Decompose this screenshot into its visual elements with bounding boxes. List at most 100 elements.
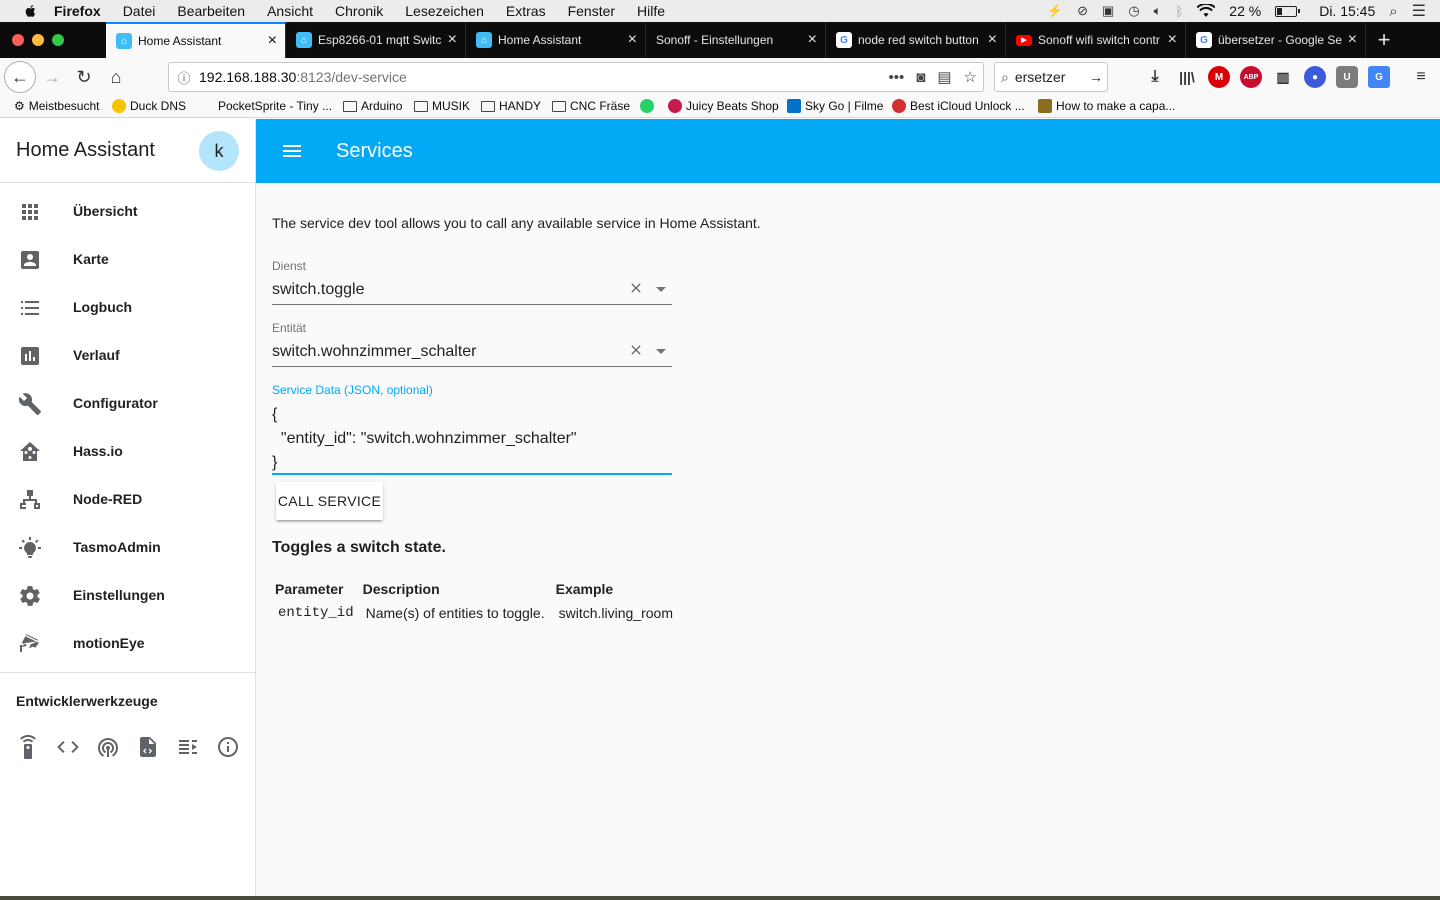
- close-window-button[interactable]: [12, 34, 24, 46]
- sidebar-item-karte[interactable]: Karte: [0, 236, 255, 284]
- entity-input-row[interactable]: switch.wohnzimmer_schalter: [272, 341, 672, 367]
- close-tab-icon[interactable]: ×: [1168, 32, 1177, 48]
- sidebar-item-uebersicht[interactable]: Übersicht: [0, 188, 255, 236]
- bookmark-item[interactable]: Duck DNS: [112, 99, 186, 113]
- clear-icon[interactable]: [628, 342, 644, 358]
- service-field[interactable]: Dienst switch.toggle: [272, 259, 672, 305]
- browser-tab[interactable]: G übersetzer - Google Sea ×: [1186, 22, 1366, 58]
- template-icon[interactable]: [136, 735, 160, 759]
- search-go-icon[interactable]: →: [1089, 69, 1103, 85]
- wifi-icon[interactable]: [1197, 4, 1216, 18]
- browser-tab[interactable]: G node red switch button ×: [826, 22, 1006, 58]
- bookmark-item[interactable]: [640, 99, 654, 113]
- menu-hilfe[interactable]: Hilfe: [637, 3, 665, 19]
- home-button[interactable]: ⌂: [100, 61, 132, 93]
- reload-button[interactable]: ↻: [68, 61, 100, 93]
- apple-icon[interactable]: [20, 4, 40, 18]
- battery-icon[interactable]: [1275, 5, 1301, 17]
- library-icon[interactable]: |||\: [1176, 66, 1198, 88]
- browser-tab[interactable]: ⌂ Home Assistant ×: [106, 22, 286, 58]
- maximize-window-button[interactable]: [52, 34, 64, 46]
- ublock-icon[interactable]: U: [1336, 66, 1358, 88]
- browser-tab[interactable]: ⌂ Esp8266-01 mqtt Switch ×: [286, 22, 466, 58]
- remote-icon[interactable]: [16, 735, 40, 759]
- avatar[interactable]: k: [199, 131, 239, 171]
- spotlight-search-icon[interactable]: ⌕: [1389, 3, 1397, 20]
- car-icon[interactable]: ▣: [1102, 3, 1114, 19]
- entity-field[interactable]: Entität switch.wohnzimmer_schalter: [272, 321, 672, 367]
- pocket-icon[interactable]: ◙: [916, 69, 925, 86]
- close-tab-icon[interactable]: ×: [988, 32, 997, 48]
- sidebar-item-tasmoadmin[interactable]: TasmoAdmin: [0, 524, 255, 572]
- back-button[interactable]: ←: [4, 61, 36, 93]
- page-actions-icon[interactable]: •••: [889, 69, 905, 86]
- bookmark-item[interactable]: PocketSprite - Tiny ...: [218, 99, 332, 113]
- search-bar[interactable]: ⌕ ersetzer →: [994, 62, 1108, 92]
- bookmark-item[interactable]: Juicy Beats Shop: [668, 99, 779, 113]
- volume-icon[interactable]: 🔈︎: [1154, 3, 1162, 19]
- browser-tab[interactable]: Sonoff - Einstellungen ×: [646, 22, 826, 58]
- clock[interactable]: Di. 15:45: [1319, 3, 1375, 19]
- mega-icon[interactable]: M: [1208, 66, 1230, 88]
- search-input[interactable]: ersetzer: [1015, 69, 1066, 85]
- bookmark-item[interactable]: How to make a capa...: [1038, 99, 1175, 113]
- downloads-icon[interactable]: ⤓: [1144, 66, 1166, 88]
- call-service-button[interactable]: CALL SERVICE: [276, 482, 383, 520]
- minimize-window-button[interactable]: [32, 34, 44, 46]
- bookmark-folder[interactable]: CNC Fräse: [552, 99, 630, 113]
- multi-account-icon[interactable]: ●: [1304, 66, 1326, 88]
- menu-extras[interactable]: Extras: [506, 3, 546, 19]
- bluetooth-icon[interactable]: ᛒ: [1175, 4, 1183, 19]
- usb-status-icon[interactable]: ⚡: [1047, 3, 1063, 19]
- code-icon[interactable]: [56, 735, 80, 759]
- notification-center-icon[interactable]: ☰: [1412, 1, 1426, 21]
- dropdown-arrow-icon[interactable]: [656, 349, 666, 354]
- menu-chronik[interactable]: Chronik: [335, 3, 383, 19]
- service-input-row[interactable]: switch.toggle: [272, 279, 672, 305]
- close-tab-icon[interactable]: ×: [1348, 32, 1357, 48]
- menu-fenster[interactable]: Fenster: [568, 3, 615, 19]
- close-tab-icon[interactable]: ×: [268, 33, 277, 49]
- sidebar-item-motioneye[interactable]: motionEye: [0, 620, 255, 668]
- reader-view-icon[interactable]: ▤: [937, 68, 951, 86]
- menu-bearbeiten[interactable]: Bearbeiten: [177, 3, 245, 19]
- sidebar-item-node-red[interactable]: Node-RED: [0, 476, 255, 524]
- service-data-textarea[interactable]: { "entity_id": "switch.wohnzimmer_schalt…: [272, 403, 672, 475]
- sidebar-item-configurator[interactable]: Configurator: [0, 380, 255, 428]
- bookmark-folder[interactable]: MUSIK: [414, 99, 470, 113]
- firefox-menu-icon[interactable]: ≡: [1410, 66, 1432, 88]
- dropdown-arrow-icon[interactable]: [656, 287, 666, 292]
- sidebar-item-logbuch[interactable]: Logbuch: [0, 284, 255, 332]
- new-tab-button[interactable]: +: [1366, 22, 1402, 58]
- adblock-plus-icon[interactable]: ABP: [1240, 66, 1262, 88]
- sidebar-toggle-icon[interactable]: ▥: [1272, 66, 1294, 88]
- menu-firefox[interactable]: Firefox: [54, 3, 101, 19]
- entity-input[interactable]: switch.wohnzimmer_schalter: [272, 343, 477, 361]
- sidebar-item-hassio[interactable]: Hass.io: [0, 428, 255, 476]
- info-icon[interactable]: [216, 735, 240, 759]
- menu-datei[interactable]: Datei: [123, 3, 156, 19]
- time-machine-icon[interactable]: ◷: [1128, 3, 1139, 19]
- menu-icon[interactable]: [280, 139, 304, 163]
- bookmark-item[interactable]: Sky Go | Filme: [787, 99, 883, 113]
- bookmark-item[interactable]: Best iCloud Unlock ...: [892, 99, 1025, 113]
- url-bar[interactable]: ⓘ 192.168.188.30:8123/dev-service ••• ◙ …: [168, 62, 984, 92]
- clear-icon[interactable]: [628, 280, 644, 296]
- close-tab-icon[interactable]: ×: [628, 32, 637, 48]
- bookmark-star-icon[interactable]: ☆: [964, 68, 977, 86]
- service-input[interactable]: switch.toggle: [272, 281, 365, 299]
- browser-tab[interactable]: ▶ Sonoff wifi switch contr ×: [1006, 22, 1186, 58]
- close-tab-icon[interactable]: ×: [808, 32, 817, 48]
- forward-button[interactable]: →: [36, 61, 68, 93]
- mqtt-icon[interactable]: [96, 735, 120, 759]
- events-icon[interactable]: [176, 735, 200, 759]
- translate-icon[interactable]: G: [1368, 66, 1390, 88]
- sidebar-item-einstellungen[interactable]: Einstellungen: [0, 572, 255, 620]
- bookmark-item[interactable]: ⚙ Meistbesucht: [14, 99, 99, 113]
- bookmark-folder[interactable]: HANDY: [481, 99, 541, 113]
- menu-ansicht[interactable]: Ansicht: [267, 3, 313, 19]
- close-tab-icon[interactable]: ×: [448, 32, 457, 48]
- browser-tab[interactable]: ⌂ Home Assistant ×: [466, 22, 646, 58]
- menu-lesezeichen[interactable]: Lesezeichen: [405, 3, 484, 19]
- dnd-icon[interactable]: ⊘: [1077, 3, 1088, 19]
